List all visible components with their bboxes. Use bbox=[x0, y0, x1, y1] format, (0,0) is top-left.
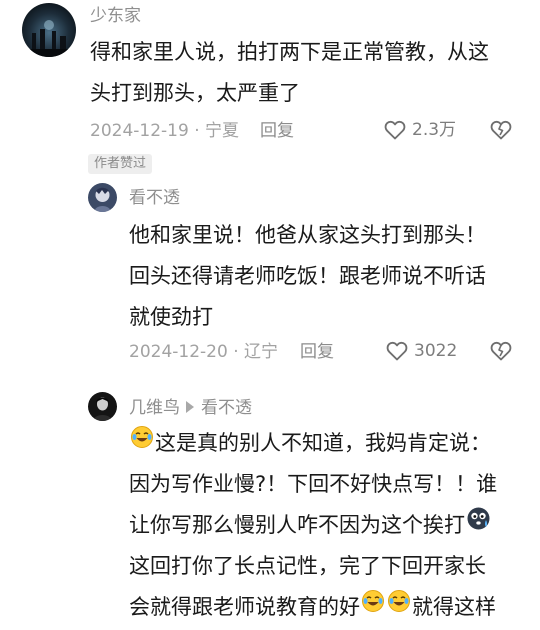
replied-to-username[interactable]: 看不透 bbox=[201, 398, 252, 418]
laugh-cry-emoji-icon bbox=[361, 586, 385, 627]
comment-text-line: 这回打你了长点记性，完了下回开家长 bbox=[129, 554, 486, 578]
avatar-anime-image bbox=[88, 183, 117, 212]
comment-text-line: 会就得跟老师说教育的好 就得这样 bbox=[129, 587, 496, 629]
reply-button[interactable]: 回复 bbox=[300, 342, 334, 362]
like-button[interactable]: 2.3万 bbox=[383, 118, 456, 142]
reply-username-line: 几维鸟 看不透 bbox=[129, 398, 252, 418]
dislike-button[interactable] bbox=[489, 339, 513, 367]
laugh-cry-emoji-icon bbox=[387, 586, 411, 627]
comment-text-line: 回头还得请老师吃饭！跟老师说不听话 bbox=[129, 264, 486, 288]
comment-username[interactable]: 看不透 bbox=[129, 188, 180, 208]
reply-button[interactable]: 回复 bbox=[260, 121, 294, 141]
like-count: 3022 bbox=[414, 341, 458, 361]
comment-text-line: 他和家里说！他爸从家这头打到那头！ bbox=[129, 223, 486, 247]
comment-username[interactable]: 少东家 bbox=[90, 6, 141, 26]
comment-date-location: 2024-12-19 · 宁夏 bbox=[90, 121, 240, 141]
comment-date-location: 2024-12-20 · 辽宁 bbox=[129, 342, 279, 362]
broken-heart-icon bbox=[490, 120, 512, 140]
comment-text-line: 就使劲打 bbox=[129, 305, 213, 329]
comment-text-line: 让你写那么慢别人咋不因为这个挨打 bbox=[129, 505, 492, 547]
heart-icon bbox=[384, 120, 406, 140]
comment-thread: 少东家 得和家里人说，拍打两下是正常管教，从这 头打到那头，太严重了 2024-… bbox=[0, 0, 540, 630]
avatar[interactable] bbox=[88, 392, 117, 421]
author-liked-badge: 作者赞过 bbox=[88, 154, 153, 174]
reply-arrow-icon bbox=[186, 401, 194, 413]
like-button[interactable]: 3022 bbox=[385, 339, 457, 363]
comment-username[interactable]: 几维鸟 bbox=[129, 398, 180, 418]
comment-text-line: 头打到那头，太严重了 bbox=[90, 81, 300, 105]
frightened-face-emoji-icon bbox=[466, 504, 491, 545]
laugh-cry-emoji-icon bbox=[130, 422, 154, 463]
dislike-button[interactable] bbox=[489, 118, 513, 146]
comment-text-line: 因为写作业慢?！下回不好快点写！！谁 bbox=[129, 472, 498, 496]
avatar[interactable] bbox=[88, 183, 117, 212]
heart-icon bbox=[386, 341, 408, 361]
comment-text-line: 得和家里人说，拍打两下是正常管教，从这 bbox=[90, 40, 489, 64]
comment-text-line: 这是真的别人不知道，我妈肯定说： bbox=[129, 423, 491, 465]
avatar-dark-portrait-image bbox=[88, 392, 117, 421]
avatar[interactable] bbox=[22, 3, 76, 57]
avatar-night-scene-image bbox=[22, 3, 76, 57]
like-count: 2.3万 bbox=[412, 120, 457, 140]
broken-heart-icon bbox=[490, 341, 512, 361]
